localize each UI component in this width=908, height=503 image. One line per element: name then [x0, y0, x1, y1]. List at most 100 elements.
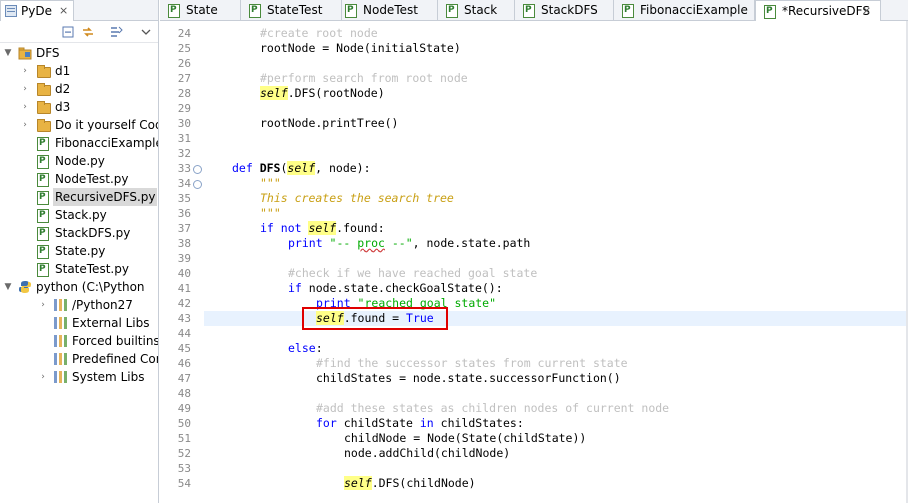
tree-item[interactable]: State.py	[0, 242, 158, 260]
editor-tab-label: StackDFS	[541, 3, 598, 17]
line-number: 29	[177, 102, 191, 115]
pydev-package-explorer-tab[interactable]: PyDe ⨯	[0, 0, 74, 21]
tree-item[interactable]: RecursiveDFS.py	[0, 188, 158, 206]
code-line[interactable]: if node.state.checkGoalState():	[288, 281, 503, 296]
tree-item[interactable]: NodeTest.py	[0, 170, 158, 188]
line-number: 26	[177, 57, 191, 70]
code-token: :	[315, 341, 323, 355]
expanded-arrow-icon[interactable]: ▼	[3, 278, 13, 296]
editor-tab[interactable]: State	[160, 0, 241, 21]
panel-tab-strip	[74, 0, 158, 21]
code-line[interactable]: #check if we have reached goal state	[288, 266, 537, 281]
tree-item[interactable]: › d1	[0, 62, 158, 80]
code-line[interactable]: """	[260, 176, 281, 191]
python-file-icon	[37, 245, 49, 259]
tree-item[interactable]: › /Python27	[0, 296, 158, 314]
tree-item-label: Node.py	[55, 154, 105, 168]
line-number: 25	[177, 42, 191, 55]
collapsed-arrow-icon[interactable]: ›	[20, 98, 30, 116]
python-file-icon	[446, 4, 458, 18]
code-token: .DFS(rootNode)	[287, 86, 385, 100]
editor-tab[interactable]: NodeTest	[337, 0, 438, 21]
line-number: 33	[177, 162, 191, 175]
code-token: childStates = node.state.successorFuncti…	[316, 371, 621, 385]
python-file-icon	[168, 4, 180, 18]
code-token: .DFS(childNode)	[371, 476, 476, 490]
tree-item[interactable]: Predefined Com	[0, 350, 158, 368]
collapsed-arrow-icon[interactable]: ›	[20, 116, 30, 134]
collapsed-arrow-icon[interactable]: ›	[20, 80, 30, 98]
tree-item[interactable]: › d3	[0, 98, 158, 116]
line-number: 52	[177, 447, 191, 460]
collapsed-arrow-icon[interactable]: ›	[38, 368, 48, 386]
code-line[interactable]: self.DFS(childNode)	[344, 476, 476, 491]
code-token: self	[344, 476, 372, 490]
code-line[interactable]: #perform search from root node	[260, 71, 468, 86]
code-token: self	[308, 221, 337, 235]
editor-tab[interactable]: FibonacciExample	[614, 0, 755, 21]
line-number: 28	[177, 87, 191, 100]
code-line[interactable]: This creates the search tree	[260, 191, 454, 206]
line-number: 40	[177, 267, 191, 280]
code-line[interactable]: else:	[288, 341, 323, 356]
code-line[interactable]: rootNode = Node(initialState)	[260, 41, 461, 56]
code-line[interactable]: print "-- proc --", node.state.path	[288, 236, 530, 251]
python-file-icon	[37, 209, 49, 223]
code-line[interactable]: for childState in childStates:	[316, 416, 524, 431]
code-token: #create root node	[260, 26, 378, 40]
line-number: 44	[177, 327, 191, 340]
tree-item[interactable]: Stack.py	[0, 206, 158, 224]
close-icon[interactable]: ⨯	[59, 4, 68, 17]
line-number: 36	[177, 207, 191, 220]
code-line[interactable]: def DFS(self, node):	[232, 161, 371, 176]
tree-item[interactable]: FibonacciExample.	[0, 134, 158, 152]
editor-tab[interactable]: StackDFS	[515, 0, 614, 21]
collapsed-arrow-icon[interactable]: ›	[38, 296, 48, 314]
fold-toggle-icon[interactable]	[193, 165, 202, 174]
code-line[interactable]: #add these states as children nodes of c…	[316, 401, 669, 416]
line-number: 32	[177, 147, 191, 160]
code-line[interactable]: childNode = Node(State(childState))	[344, 431, 586, 446]
library-icon	[54, 317, 67, 329]
code-line[interactable]: if not self.found:	[260, 221, 385, 236]
tree-item[interactable]: StackDFS.py	[0, 224, 158, 242]
collapsed-arrow-icon[interactable]: ›	[20, 62, 30, 80]
editor-tab[interactable]: Stack	[438, 0, 515, 21]
code-line[interactable]: """	[260, 206, 281, 221]
fold-toggle-icon[interactable]	[193, 180, 202, 189]
code-line[interactable]: #create root node	[260, 26, 378, 41]
tree-item-label: State.py	[55, 244, 106, 258]
code-token: node.state.checkGoalState():	[308, 281, 503, 295]
tree-item[interactable]: Forced builtins	[0, 332, 158, 350]
tree-item[interactable]: › System Libs	[0, 368, 158, 386]
library-icon	[54, 335, 67, 347]
filter-icon[interactable]	[108, 24, 124, 40]
link-with-editor-icon[interactable]	[80, 24, 96, 40]
python-file-icon	[37, 173, 49, 187]
tree-item[interactable]: External Libs	[0, 314, 158, 332]
code-line[interactable]: childStates = node.state.successorFuncti…	[316, 371, 621, 386]
expanded-arrow-icon[interactable]: ▼	[3, 44, 13, 62]
tree-item[interactable]: › d2	[0, 80, 158, 98]
code-line[interactable]: #find the successor states from current …	[316, 356, 628, 371]
code-line[interactable]: node.addChild(childNode)	[344, 446, 510, 461]
code-token: .found:	[336, 221, 385, 235]
collapse-all-icon[interactable]	[60, 24, 76, 40]
tree-item[interactable]: Node.py	[0, 152, 158, 170]
code-line[interactable]: self.DFS(rootNode)	[260, 86, 385, 101]
tree-item[interactable]: › Do it yourself Code	[0, 116, 158, 134]
line-number: 51	[177, 432, 191, 445]
code-token: if	[288, 281, 309, 295]
line-number: 45	[177, 342, 191, 355]
tree-item[interactable]: ▼ python (C:\Python	[0, 278, 158, 296]
folder-icon	[37, 119, 51, 132]
editor-tab[interactable]: *RecursiveDFS⨯	[755, 0, 881, 21]
editor-tab[interactable]: StateTest	[241, 0, 342, 21]
python-file-icon	[37, 227, 49, 241]
tree-item[interactable]: ▼ DFS	[0, 44, 158, 62]
code-line[interactable]: rootNode.printTree()	[260, 116, 398, 131]
close-icon[interactable]: ⨯	[862, 4, 871, 17]
editor-tab-bar: State StateTest NodeTest Stack StackDFS Fibon…	[160, 0, 908, 21]
view-menu-icon[interactable]	[138, 24, 154, 40]
tree-item[interactable]: StateTest.py	[0, 260, 158, 278]
